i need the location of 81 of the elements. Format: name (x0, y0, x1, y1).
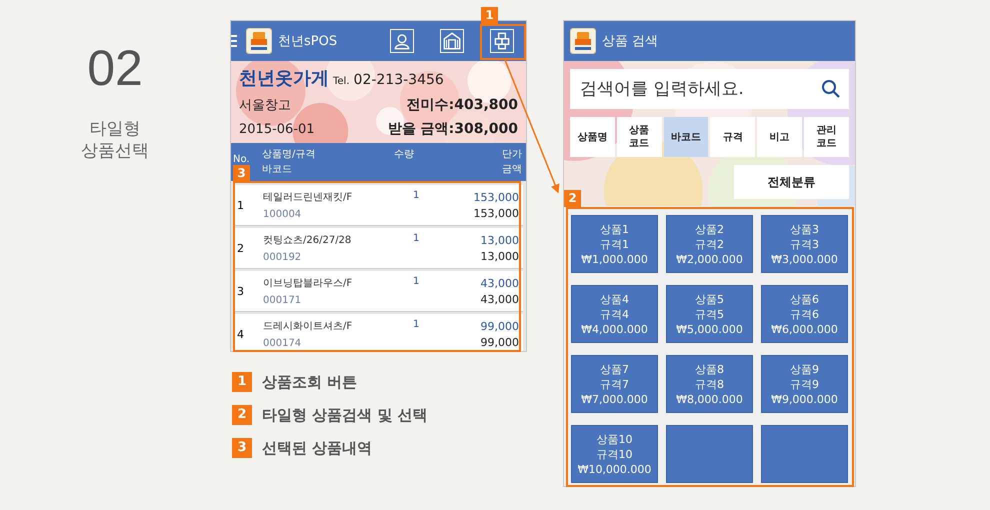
filter-tab[interactable]: 규격 (710, 117, 756, 157)
row-number: 2 (237, 242, 245, 254)
table-row[interactable]: 3 이브닝탑블라우스/F 000171 1 43,000 43,000 (234, 271, 523, 312)
number-badge: 2 (232, 405, 252, 425)
app-title: 상품 검색 (602, 33, 658, 50)
product-name: 컷팅쇼츠/26/27/28 (263, 234, 352, 247)
column-header: No. (233, 154, 251, 165)
product-name: 테일러드린넨재킷/F (263, 191, 354, 204)
number-badge: 1 (232, 372, 252, 392)
filter-tab[interactable]: 상품 코드 (616, 117, 662, 157)
section-title: 타일형 (90, 118, 140, 140)
filter-tab[interactable]: 비고 (757, 117, 802, 157)
product-tile[interactable]: 상품4 규격4 ₩4,000.000 (571, 285, 658, 343)
number-badge: 3 (233, 165, 250, 182)
barcode-text: 000192 (263, 252, 302, 263)
table-row[interactable]: 4 드레시화이트셔츠/F 000174 1 99,000 99,000 (234, 314, 523, 351)
amount-text: 43,000 (480, 292, 519, 306)
product-tile[interactable]: 상품8 규격8 ₩8,000.000 (666, 355, 753, 413)
highlight-frame (480, 24, 526, 60)
number-badge: 2 (564, 190, 581, 207)
product-tile[interactable]: 상품6 규격6 ₩6,000.000 (761, 285, 848, 343)
section-title: 상품선택 (81, 140, 149, 162)
unit-price: 153,000 (474, 190, 519, 204)
search-icon (821, 79, 841, 99)
search-field[interactable]: 검색어를 입력하세요. (570, 69, 849, 109)
legend-text: 상품조회 버튼 (262, 372, 358, 392)
unit-price: 43,000 (480, 276, 519, 290)
receivable-text: 받을 금액:308,000 (388, 120, 518, 138)
product-tile[interactable]: 상품1 규격1 ₩1,000.000 (571, 215, 658, 273)
store-name: 천년옷가게 (239, 67, 329, 90)
legend-text: 선택된 상품내역 (262, 438, 372, 458)
row-number: 4 (237, 328, 245, 340)
column-header: 단가 (502, 148, 522, 162)
quantity-text: 1 (413, 319, 420, 330)
section-number: 02 (87, 39, 143, 98)
category-dropdown[interactable]: 전체분류 (734, 165, 849, 199)
row-number: 3 (237, 284, 245, 298)
product-tile[interactable]: 상품9 규격9 ₩9,000.000 (761, 355, 848, 413)
warehouse-name: 서울창고 (239, 97, 291, 114)
filter-tab[interactable]: 상품명 (570, 117, 615, 157)
quantity-text: 1 (413, 190, 420, 201)
app-logo-icon (570, 28, 596, 54)
product-tile[interactable]: 상품2 규격2 ₩2,000.000 (666, 215, 753, 273)
legend-text: 타일형 상품검색 및 선택 (262, 406, 428, 424)
table-row[interactable]: 2 컷팅쇼츠/26/27/28 000192 1 13,000 13,000 (234, 228, 523, 269)
filter-tab[interactable]: 바코드 (664, 117, 708, 157)
app-logo-icon (246, 28, 272, 54)
boxes-icon (490, 29, 514, 53)
product-tile[interactable]: 상품5 규격5 ₩5,000.000 (666, 285, 753, 343)
app-title: 천년sPOS (278, 33, 338, 50)
column-header: 상품명/규격 (262, 148, 316, 162)
table-row[interactable]: 1 테일러드린넨재킷/F 100004 1 153,000 153,000 (234, 185, 523, 226)
balance-text: 전미수:403,800 (406, 96, 518, 114)
column-header: 금액 (502, 163, 522, 177)
menu-icon (231, 35, 237, 47)
number-badge: 3 (232, 438, 252, 458)
column-header: 수량 (394, 148, 415, 162)
tel-label: Tel. (333, 76, 350, 87)
filter-tab[interactable]: 관리 코드 (804, 117, 849, 157)
quantity-text: 1 (413, 276, 420, 287)
product-tile[interactable]: 상품10 규격10 ₩10,000.000 (571, 425, 658, 483)
product-tile[interactable]: 상품7 규격7 ₩7,000.000 (571, 355, 658, 413)
barcode-text: 100004 (263, 209, 302, 220)
unit-price: 13,000 (480, 234, 519, 246)
phone-number: 02-213-3456 (354, 72, 444, 88)
product-name: 이브닝탑블라우스/F (263, 277, 354, 290)
quantity-text: 1 (413, 233, 420, 244)
column-header: 바코드 (262, 163, 293, 177)
product-name: 드레시화이트셔츠/F (263, 320, 354, 333)
building-icon (440, 29, 464, 53)
product-tile[interactable]: 상품3 규격3 ₩3,000.000 (761, 215, 848, 273)
amount-text: 99,000 (480, 336, 519, 348)
number-badge: 1 (481, 7, 498, 24)
amount-text: 13,000 (480, 250, 519, 262)
unit-price: 99,000 (480, 320, 519, 332)
row-number: 1 (237, 198, 245, 212)
person-icon (390, 29, 414, 53)
amount-text: 153,000 (474, 206, 519, 220)
barcode-text: 000171 (263, 295, 302, 306)
date-text: 2015-06-01 (239, 122, 315, 137)
barcode-text: 000174 (263, 338, 302, 349)
